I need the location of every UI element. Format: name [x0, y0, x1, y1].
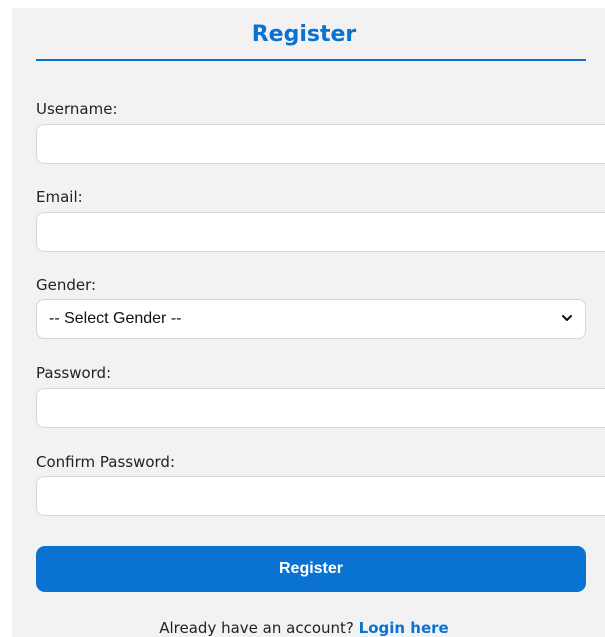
gender-selected-value: -- Select Gender -- [49, 310, 182, 327]
register-panel: Register Username: Email: Gender: -- Sel… [12, 8, 605, 637]
chevron-down-icon [562, 315, 572, 321]
login-prompt-text: Already have an account? [159, 619, 354, 637]
login-link[interactable]: Login here [359, 619, 449, 637]
register-button[interactable]: Register [36, 546, 586, 592]
username-label: Username: [36, 100, 118, 118]
confirm-password-input[interactable] [36, 476, 605, 516]
password-input[interactable] [36, 388, 605, 428]
gender-label: Gender: [36, 276, 97, 294]
password-label: Password: [36, 364, 112, 382]
email-input[interactable] [36, 212, 605, 252]
confirm-password-label: Confirm Password: [36, 453, 176, 471]
email-label: Email: [36, 188, 83, 206]
title-divider [36, 59, 586, 61]
gender-select[interactable]: -- Select Gender -- [36, 299, 586, 339]
page-title: Register [251, 22, 357, 47]
login-prompt: Already have an account? Login here [12, 619, 596, 637]
username-input[interactable] [36, 124, 605, 164]
